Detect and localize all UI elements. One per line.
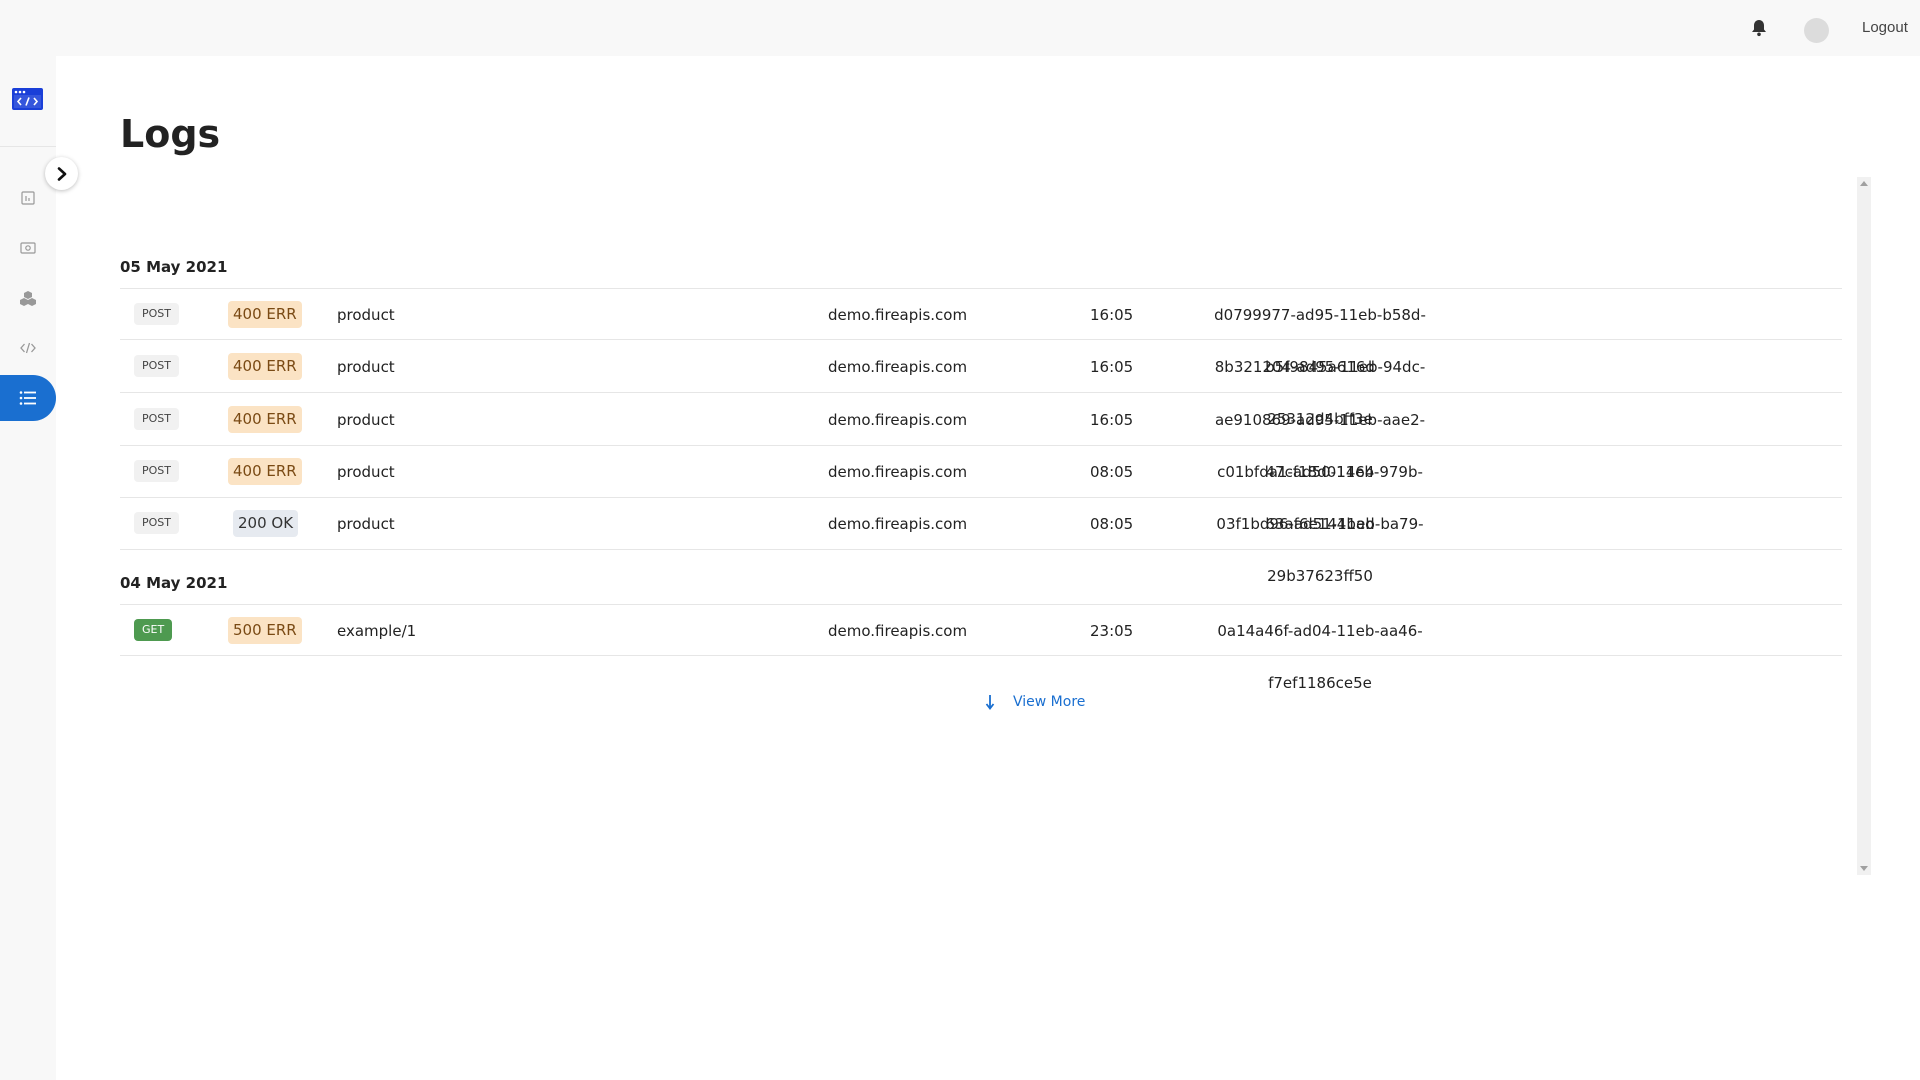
- status-badge: 200 OK: [233, 510, 299, 537]
- method-badge: POST: [134, 355, 179, 377]
- time-cell: 08:05: [1090, 463, 1134, 481]
- method-badge: POST: [134, 460, 179, 482]
- cubes-icon: [20, 291, 36, 306]
- table-row[interactable]: POST 200 OK product demo.fireapis.com 08…: [120, 498, 1842, 585]
- scroll-down-icon[interactable]: [1860, 866, 1868, 871]
- code-icon: [20, 342, 36, 354]
- request-id-cell: 0a14a46f-ad04-11eb-aa46-f7ef1186ce5e: [1217, 622, 1423, 692]
- group-date: 05 May 2021: [120, 258, 228, 276]
- time-cell: 16:05: [1090, 358, 1134, 376]
- path-cell: example/1: [337, 622, 417, 640]
- path-cell: product: [337, 306, 395, 324]
- top-bar: Logout: [0, 0, 1920, 56]
- method-badge: POST: [134, 303, 179, 325]
- avatar[interactable]: [1804, 18, 1829, 43]
- sidebar-toggle-button[interactable]: [45, 157, 78, 190]
- host-cell: demo.fireapis.com: [828, 411, 968, 429]
- table-row[interactable]: POST 400 ERR product demo.fireapis.com 1…: [120, 341, 1842, 428]
- api-logo-icon[interactable]: [12, 88, 43, 110]
- status-badge: 400 ERR: [228, 353, 302, 380]
- arrow-down-icon: [985, 695, 995, 710]
- page-title: Logs: [120, 112, 221, 156]
- scroll-up-icon[interactable]: [1860, 181, 1868, 186]
- method-badge: POST: [134, 512, 179, 534]
- path-cell: product: [337, 358, 395, 376]
- sidebar-item-logs[interactable]: [0, 375, 56, 421]
- list-icon: [19, 391, 36, 405]
- main-content: Logs 05 May 2021 POST 400 ERR product de…: [56, 56, 1920, 1080]
- sidebar-divider: [0, 146, 56, 147]
- money-icon: [20, 242, 36, 254]
- table-row[interactable]: POST 400 ERR product demo.fireapis.com 0…: [120, 446, 1842, 533]
- sidebar-item-integrations[interactable]: [0, 275, 56, 321]
- table-row[interactable]: POST 400 ERR product demo.fireapis.com 1…: [120, 394, 1842, 481]
- group-date: 04 May 2021: [120, 574, 228, 592]
- time-cell: 16:05: [1090, 306, 1134, 324]
- chevron-right-icon: [57, 166, 66, 181]
- status-badge: 400 ERR: [228, 458, 302, 485]
- path-cell: product: [337, 463, 395, 481]
- logs-list[interactable]: 05 May 2021 POST 400 ERR product demo.fi…: [120, 176, 1842, 876]
- status-badge: 500 ERR: [228, 617, 302, 644]
- path-cell: product: [337, 411, 395, 429]
- method-badge: GET: [134, 619, 173, 641]
- time-cell: 16:05: [1090, 411, 1134, 429]
- host-cell: demo.fireapis.com: [828, 306, 968, 324]
- table-row[interactable]: POST 400 ERR product demo.fireapis.com 1…: [120, 288, 1842, 376]
- view-more-label: View More: [1013, 694, 1086, 710]
- host-cell: demo.fireapis.com: [828, 358, 968, 376]
- time-cell: 23:05: [1090, 622, 1134, 640]
- table-row[interactable]: GET 500 ERR example/1 demo.fireapis.com …: [120, 604, 1842, 692]
- host-cell: demo.fireapis.com: [828, 515, 968, 533]
- request-id-cell: 03f1bd96-ad51-11eb-ba79-29b37623ff50: [1216, 515, 1424, 585]
- sidebar-item-code[interactable]: [0, 325, 56, 371]
- sidebar-item-billing[interactable]: [0, 225, 56, 271]
- status-badge: 400 ERR: [228, 301, 302, 328]
- path-cell: product: [337, 515, 395, 533]
- bell-icon[interactable]: [1749, 18, 1769, 38]
- time-cell: 08:05: [1090, 515, 1134, 533]
- chart-icon: [21, 191, 35, 205]
- host-cell: demo.fireapis.com: [828, 622, 968, 640]
- logout-button[interactable]: Logout: [1862, 19, 1908, 36]
- scrollbar[interactable]: [1857, 177, 1871, 875]
- host-cell: demo.fireapis.com: [828, 463, 968, 481]
- status-badge: 400 ERR: [228, 406, 302, 433]
- sidebar: [0, 56, 78, 1080]
- method-badge: POST: [134, 408, 179, 430]
- view-more-button[interactable]: View More: [985, 694, 1085, 710]
